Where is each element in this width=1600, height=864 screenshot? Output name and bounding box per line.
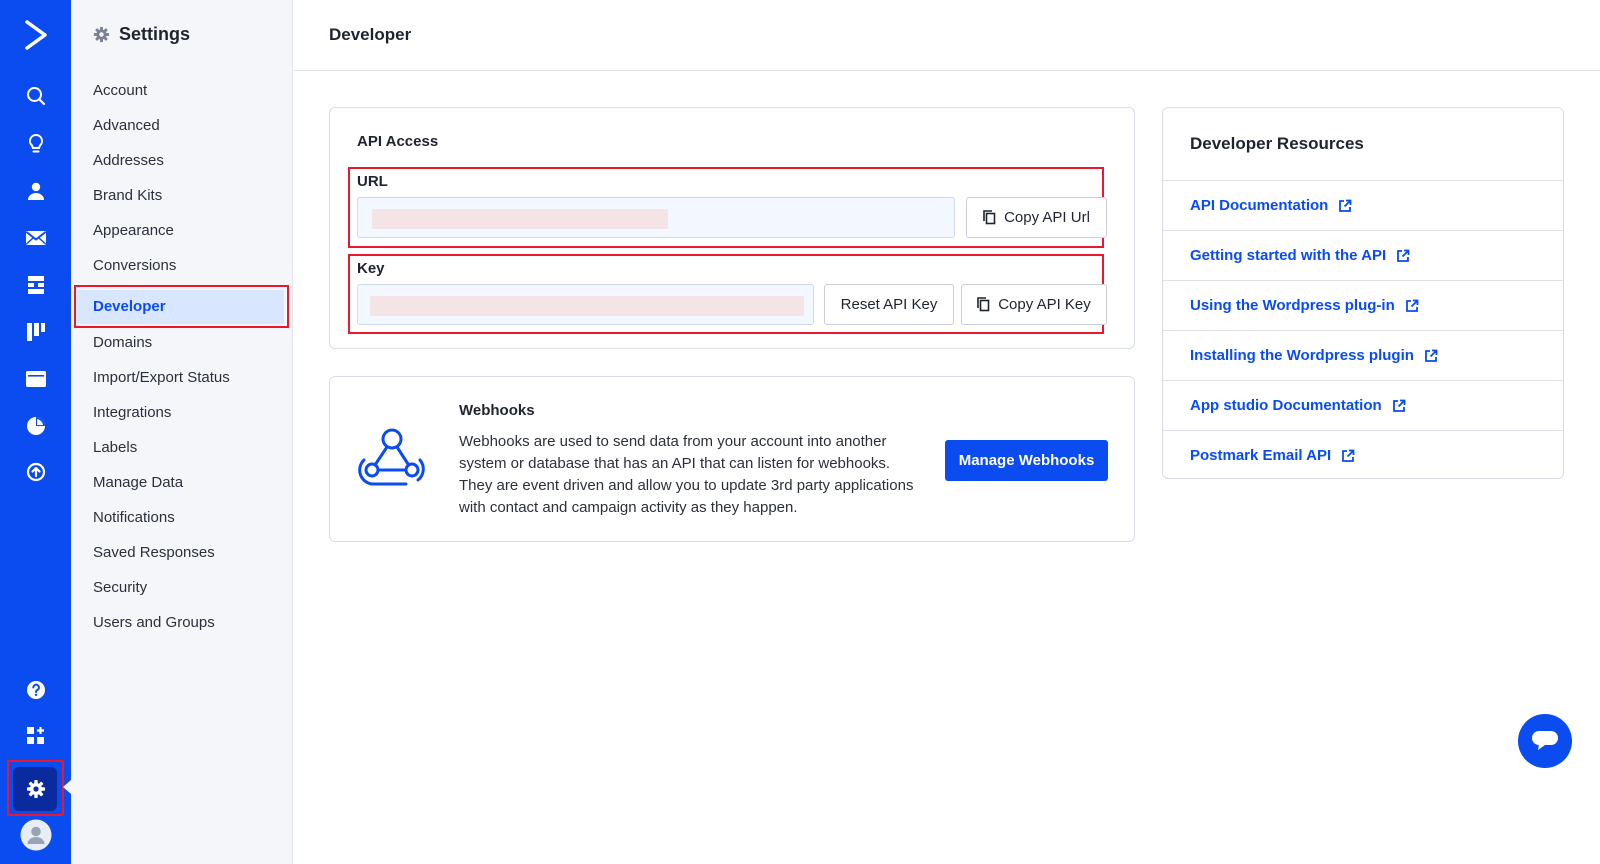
- sidebar-item-security[interactable]: Security: [93, 578, 147, 598]
- sidebar-item-advanced[interactable]: Advanced: [93, 116, 160, 136]
- sidebar-item-brand-kits[interactable]: Brand Kits: [93, 186, 162, 206]
- resource-link-label: App studio Documentation: [1190, 397, 1382, 414]
- reports-icon[interactable]: [0, 406, 71, 446]
- external-link-icon: [1425, 349, 1438, 362]
- settings-sidebar: Settings Account Advanced Addresses Bran…: [71, 0, 293, 864]
- api-access-title: API Access: [357, 133, 439, 150]
- copy-icon: [977, 297, 990, 312]
- webhooks-title: Webhooks: [459, 402, 535, 419]
- copy-api-key-button[interactable]: Copy API Key: [961, 284, 1107, 325]
- resource-link-api-docs[interactable]: API Documentation: [1163, 180, 1563, 230]
- webhooks-description: Webhooks are used to send data from your…: [459, 433, 914, 516]
- chat-icon: [1532, 731, 1558, 750]
- search-icon[interactable]: [0, 76, 71, 116]
- copy-icon: [983, 210, 996, 225]
- sidebar-item-saved-responses[interactable]: Saved Responses: [93, 543, 215, 563]
- copy-api-key-label: Copy API Key: [998, 296, 1091, 313]
- reset-api-key-label: Reset API Key: [840, 296, 938, 313]
- sidebar-item-conversions[interactable]: Conversions: [93, 256, 176, 276]
- copy-api-url-button[interactable]: Copy API Url: [966, 197, 1107, 238]
- contacts-icon[interactable]: [0, 171, 71, 211]
- logo-icon[interactable]: [0, 15, 71, 55]
- external-link-icon: [1397, 249, 1410, 262]
- resource-link-app-studio[interactable]: App studio Documentation: [1163, 380, 1563, 430]
- reset-api-key-button[interactable]: Reset API Key: [824, 284, 954, 325]
- sidebar-item-addresses[interactable]: Addresses: [93, 151, 164, 171]
- website-icon[interactable]: [0, 359, 71, 399]
- upgrade-icon[interactable]: [0, 452, 71, 492]
- resource-link-label: Using the Wordpress plug-in: [1190, 297, 1395, 314]
- sidebar-item-import-export[interactable]: Import/Export Status: [93, 368, 230, 388]
- manage-webhooks-button[interactable]: Manage Webhooks: [945, 440, 1108, 481]
- developer-resources-card: Developer Resources API Documentation Ge…: [1162, 107, 1564, 479]
- external-link-icon: [1405, 299, 1419, 312]
- resource-link-label: API Documentation: [1190, 197, 1329, 214]
- resource-link-label: Getting started with the API: [1190, 247, 1387, 264]
- sidebar-title: Settings: [93, 24, 190, 45]
- key-label: Key: [357, 260, 385, 277]
- apps-icon[interactable]: [0, 716, 71, 756]
- external-link-icon: [1392, 399, 1406, 412]
- lightbulb-icon[interactable]: [0, 124, 71, 164]
- page-header: Developer: [294, 0, 1600, 71]
- left-rail: [0, 0, 71, 864]
- external-link-icon: [1339, 199, 1352, 212]
- url-label: URL: [357, 173, 388, 190]
- api-access-card: API Access URL Copy API Url Key Reset AP…: [329, 107, 1135, 349]
- gear-icon: [93, 26, 110, 43]
- sidebar-item-developer[interactable]: Developer: [93, 297, 166, 317]
- sidebar-item-appearance[interactable]: Appearance: [93, 221, 174, 241]
- sidebar-item-notifications[interactable]: Notifications: [93, 508, 175, 528]
- webhook-icon: [358, 428, 425, 486]
- chat-button[interactable]: [1518, 714, 1572, 768]
- resource-link-wordpress-plugin-install[interactable]: Installing the Wordpress plugin: [1163, 330, 1563, 380]
- resource-link-getting-started[interactable]: Getting started with the API: [1163, 230, 1563, 280]
- sidebar-item-integrations[interactable]: Integrations: [93, 403, 171, 423]
- deals-icon[interactable]: [0, 312, 71, 352]
- sidebar-title-label: Settings: [119, 24, 191, 44]
- active-pointer: [63, 780, 71, 794]
- external-link-icon: [1342, 449, 1355, 462]
- resource-link-label: Installing the Wordpress plugin: [1190, 347, 1414, 364]
- email-icon[interactable]: [0, 218, 71, 258]
- settings-highlight: [7, 760, 64, 816]
- sidebar-item-labels[interactable]: Labels: [93, 438, 137, 458]
- sidebar-item-users-groups[interactable]: Users and Groups: [93, 613, 215, 633]
- sidebar-item-manage-data[interactable]: Manage Data: [93, 473, 183, 493]
- resource-link-label: Postmark Email API: [1190, 447, 1332, 464]
- resource-link-postmark[interactable]: Postmark Email API: [1163, 430, 1563, 480]
- redacted-key: [370, 296, 804, 316]
- key-field[interactable]: [357, 284, 814, 325]
- url-field[interactable]: [357, 197, 955, 238]
- sidebar-item-domains[interactable]: Domains: [93, 333, 152, 353]
- automations-icon[interactable]: [0, 265, 71, 305]
- webhooks-card: Webhooks Webhooks are used to send data …: [329, 376, 1135, 542]
- avatar-icon[interactable]: [0, 815, 71, 855]
- resources-title: Developer Resources: [1190, 134, 1364, 153]
- page-title: Developer: [329, 25, 412, 44]
- resource-link-wordpress-plugin-usage[interactable]: Using the Wordpress plug-in: [1163, 280, 1563, 330]
- help-icon[interactable]: [0, 670, 71, 710]
- sidebar-item-account[interactable]: Account: [93, 81, 147, 101]
- copy-api-url-label: Copy API Url: [1004, 209, 1090, 226]
- redacted-url: [372, 209, 668, 229]
